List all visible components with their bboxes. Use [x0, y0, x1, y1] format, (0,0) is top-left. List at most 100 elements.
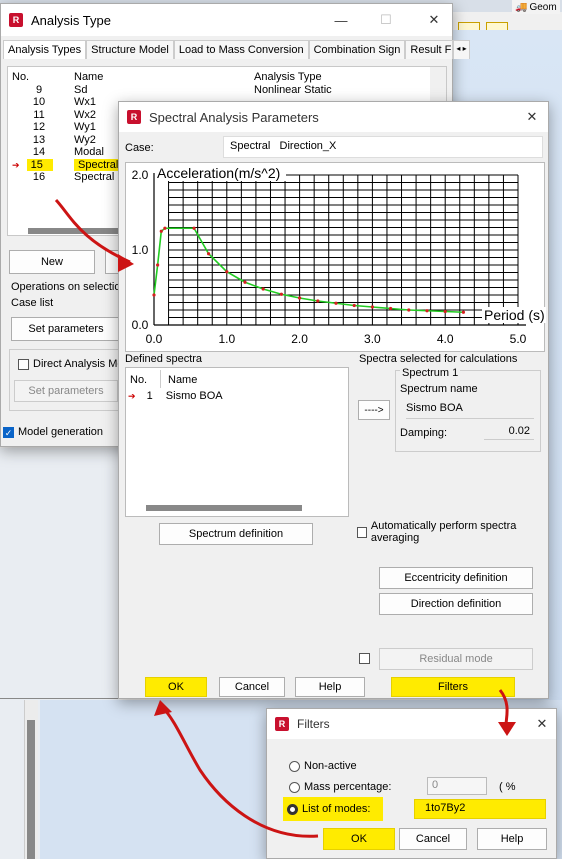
- x-tick-label: 2.0: [291, 332, 308, 346]
- auto-averaging-checkbox[interactable]: [357, 527, 367, 538]
- residual-mode-button[interactable]: Residual mode: [379, 648, 533, 670]
- tab-structure-model[interactable]: Structure Model: [86, 40, 174, 59]
- x-tick-label: 5.0: [510, 332, 527, 346]
- table-header: No. Name Analysis Type: [8, 71, 428, 84]
- truck-icon: 🚚: [515, 1, 528, 13]
- row-no: 10: [32, 96, 46, 109]
- model-generation-option[interactable]: ✓ Model generation: [3, 426, 103, 438]
- cancel-button[interactable]: Cancel: [219, 677, 285, 697]
- robot-app-icon: R: [127, 110, 141, 124]
- direct-analysis-option[interactable]: Direct Analysis Met Set parameters: [9, 349, 127, 411]
- close-icon[interactable]: ✕: [517, 102, 547, 132]
- mass-percentage-radio[interactable]: [289, 781, 300, 793]
- spectrum-name-value: Sismo BOA: [406, 402, 534, 419]
- spectra-column-name: Name: [168, 374, 198, 386]
- spectrum-chart-svg: 0.0 1.0 2.0 3.0 4.0 5.0 0.0 1.0 2.0 Acceleration(…: [132, 165, 546, 346]
- spectrum-data-point: [389, 306, 393, 311]
- left-scrollbar-thumb[interactable]: [27, 720, 35, 859]
- minimize-icon[interactable]: —: [326, 4, 356, 36]
- model-generation-checkbox[interactable]: ✓: [3, 426, 14, 438]
- auto-averaging-label: Automatically perform spectra averaging: [370, 520, 517, 544]
- spectrum-data-point: [425, 309, 429, 313]
- operations-label: Operations on selectio: [11, 281, 121, 293]
- geometry-menu-label: Geom: [529, 1, 557, 13]
- spectrum-definition-button[interactable]: Spectrum definition: [159, 523, 313, 545]
- filters-ok-button[interactable]: OK: [323, 828, 395, 850]
- column-no: No.: [12, 71, 30, 84]
- list-item[interactable]: ➔ 1 Sismo BOA: [128, 390, 223, 402]
- spectra-header-divider: [160, 370, 161, 388]
- filters-titlebar: R Filters ✕: [267, 709, 556, 739]
- close-icon[interactable]: ✕: [419, 4, 449, 36]
- auto-averaging-option[interactable]: Automatically perform spectra averaging: [357, 520, 543, 544]
- set-parameters-button[interactable]: Set parameters: [11, 317, 121, 341]
- spectrum-data-point: [352, 303, 356, 308]
- spectrum-data-point: [152, 293, 156, 297]
- geometry-menu[interactable]: 🚚 Geom: [512, 0, 560, 14]
- direct-analysis-checkbox[interactable]: [18, 358, 29, 370]
- direction-definition-button[interactable]: Direction definition: [379, 593, 533, 615]
- spectrum-chart: 0.0 1.0 2.0 3.0 4.0 5.0 0.0 1.0 2.0 Acceleration(…: [125, 162, 546, 352]
- tab-load-to-mass[interactable]: Load to Mass Conversion: [173, 40, 309, 59]
- tab-combination-sign[interactable]: Combination Sign: [308, 40, 406, 59]
- spectrum-data-point: [207, 252, 211, 256]
- defined-spectra-label: Defined spectra: [125, 353, 203, 365]
- column-name: Name: [74, 71, 104, 84]
- row-name: Spectral: [74, 158, 123, 171]
- table-row[interactable]: 9 Sd Nonlinear Static: [8, 84, 428, 97]
- mass-percentage-option[interactable]: Mass percentage:: [289, 781, 391, 793]
- spectrum-series-line: [153, 227, 464, 314]
- x-tick-label: 4.0: [437, 332, 454, 346]
- damping-value: 0.02: [484, 423, 534, 440]
- y-tick-label: 1.0: [132, 243, 149, 257]
- row-no: 14: [32, 146, 46, 159]
- analysis-type-titlebar: R Analysis Type — ☐ ✕: [1, 4, 452, 36]
- non-active-radio[interactable]: [289, 760, 300, 772]
- tab-analysis-types[interactable]: Analysis Types: [3, 40, 87, 59]
- mass-percentage-input[interactable]: 0: [427, 777, 487, 795]
- residual-mode-checkbox[interactable]: [359, 653, 370, 664]
- column-analysis-type: Analysis Type: [254, 71, 322, 84]
- spectrum-name-label: Spectrum name: [400, 383, 478, 395]
- spectrum-data-point: [407, 308, 411, 312]
- row-no-cell: ➔ 15: [8, 158, 70, 172]
- non-active-label: Non-active: [304, 760, 357, 772]
- mass-unit-label: ( %: [499, 781, 516, 793]
- list-of-modes-option[interactable]: List of modes:: [283, 797, 383, 821]
- list-of-modes-radio[interactable]: [287, 803, 298, 815]
- filters-button[interactable]: Filters: [391, 677, 515, 697]
- filters-cancel-button[interactable]: Cancel: [399, 828, 467, 850]
- add-spectrum-arrow-button[interactable]: ---->: [358, 400, 390, 420]
- spectrum-data-point: [298, 296, 302, 300]
- spectrum-data-point: [370, 305, 374, 309]
- horizontal-scrollbar-thumb[interactable]: [28, 228, 128, 234]
- spectral-analysis-dialog: R Spectral Analysis Parameters ✕ Case: S…: [118, 101, 549, 699]
- tab-result-filters[interactable]: Result Fi: [405, 40, 454, 59]
- spectrum-data-point: [316, 299, 320, 303]
- maximize-icon[interactable]: ☐: [371, 4, 401, 36]
- spectrum-data-point: [156, 263, 160, 267]
- spectra-scrollbar-thumb[interactable]: [146, 505, 302, 511]
- help-button[interactable]: Help: [295, 677, 365, 697]
- spectrum-data-point: [163, 226, 167, 230]
- robot-app-icon: R: [9, 13, 23, 27]
- spectrum-data-point: [334, 301, 338, 305]
- spectrum-name: Sismo BOA: [165, 390, 223, 402]
- case-list-label: Case list: [11, 297, 54, 309]
- filters-help-button[interactable]: Help: [477, 828, 547, 850]
- ok-button[interactable]: OK: [145, 677, 207, 697]
- defined-spectra-list: No. Name ➔ 1 Sismo BOA: [125, 367, 349, 517]
- tab-scroll-arrows[interactable]: ◂ ▸: [453, 40, 470, 59]
- spectrum-data-point: [192, 226, 196, 230]
- row-no: 11: [33, 108, 45, 121]
- y-tick-label: 0.0: [132, 318, 149, 332]
- spectrum-group-title: Spectrum 1: [400, 367, 461, 379]
- set-parameters-disabled-button[interactable]: Set parameters: [14, 380, 118, 402]
- non-active-option[interactable]: Non-active: [289, 760, 357, 772]
- eccentricity-definition-button[interactable]: Eccentricity definition: [379, 567, 533, 589]
- new-button[interactable]: New: [9, 250, 95, 274]
- spectrum-data-point: [443, 309, 447, 314]
- x-axis-label: Period (s): [484, 307, 545, 323]
- list-of-modes-input[interactable]: 1to7By2: [414, 799, 546, 819]
- close-icon[interactable]: ✕: [527, 709, 557, 739]
